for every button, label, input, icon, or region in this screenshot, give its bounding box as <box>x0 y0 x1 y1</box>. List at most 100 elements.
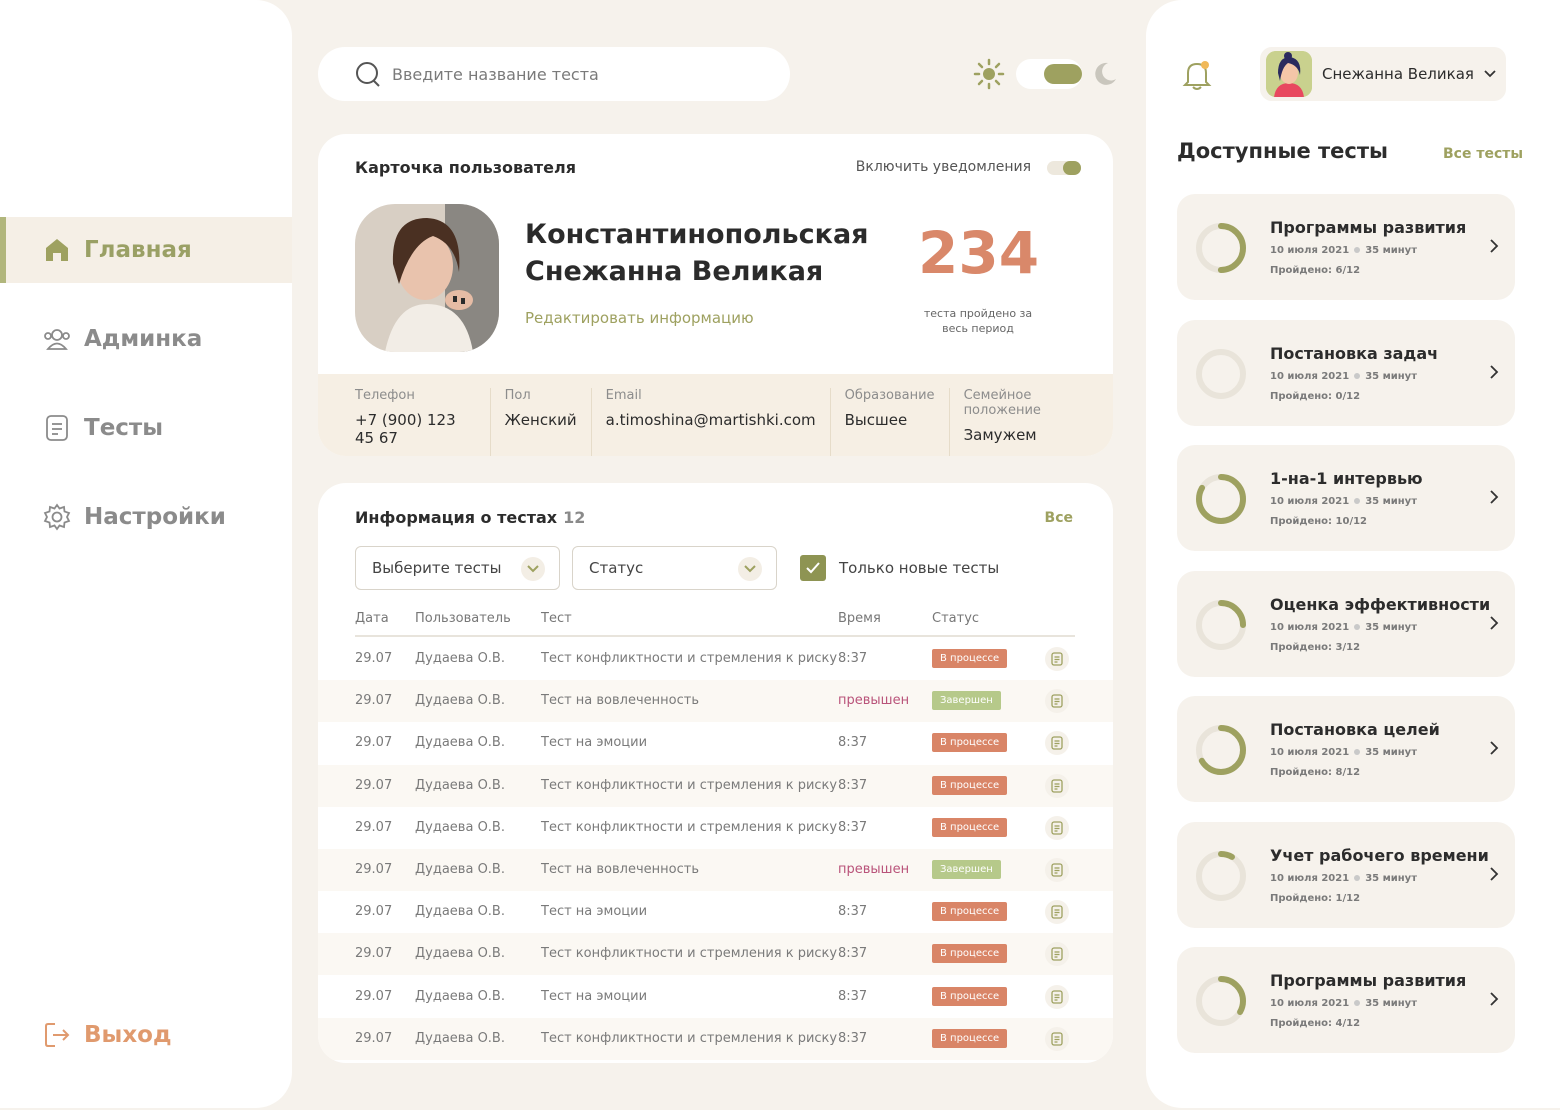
table-row[interactable]: 29.07 Дудаева О.В. Тест конфликтности и ст… <box>318 933 1113 976</box>
info-label: Пол <box>504 388 531 403</box>
table-row[interactable]: 29.07 Дудаева О.В. Тест конфликтности и ст… <box>318 1017 1113 1060</box>
test-card[interactable]: Программы развития 10 июля 2021 35 минут Пр… <box>1177 947 1515 1053</box>
test-passed: Пройдено: 6/12 <box>1270 265 1361 276</box>
table-row[interactable]: 29.07 Дудаева О.В. Тест конфликтности и ст… <box>318 764 1113 807</box>
details-button[interactable] <box>1045 984 1069 1009</box>
column-header-date[interactable]: Дата <box>355 611 389 626</box>
notifications-toggle-knob <box>1063 161 1081 175</box>
chevron-down-icon <box>521 557 545 581</box>
moon-icon[interactable] <box>1092 61 1118 87</box>
test-date: 10 июля 2021 <box>1270 872 1350 884</box>
tests-passed-label-line2: весь период <box>942 322 1014 335</box>
test-date: 10 июля 2021 <box>1270 370 1350 382</box>
cell-date: 29.07 <box>355 819 393 835</box>
details-button[interactable] <box>1045 689 1069 714</box>
test-card[interactable]: Постановка целей 10 июля 2021 35 минут Прой… <box>1177 696 1515 802</box>
document-icon <box>46 415 68 441</box>
select-status-dropdown[interactable]: Статус <box>572 546 777 590</box>
test-duration: 35 минут <box>1365 370 1417 382</box>
notifications-toggle[interactable] <box>1047 161 1081 175</box>
details-button[interactable] <box>1045 1026 1069 1051</box>
cell-user: Дудаева О.В. <box>415 735 505 751</box>
info-label: Образование <box>844 388 935 403</box>
logout-button[interactable]: Выход <box>0 1002 292 1068</box>
user-card: Карточка пользователя Включить уведомлен… <box>318 134 1113 456</box>
table-row[interactable]: 29.07 Дудаева О.В. Тест на эмоции 8:37 В про… <box>318 722 1113 764</box>
cell-time: превышен <box>838 862 910 877</box>
column-header-status[interactable]: Статус <box>932 611 979 626</box>
progress-ring <box>1196 976 1246 1026</box>
info-gender: Пол Женский <box>505 388 592 456</box>
test-card[interactable]: Постановка задач 10 июля 2021 35 минут Прой… <box>1177 319 1515 426</box>
select-tests-dropdown[interactable]: Выберите тесты <box>355 546 560 590</box>
cell-test: Тест конфликтности и стремления к риску <box>541 946 838 962</box>
tests-info-all-link[interactable]: Все <box>1045 510 1073 526</box>
info-education: Образование Высшее <box>845 388 950 456</box>
tests-info-title-text: Информация о тестах <box>355 508 558 527</box>
cell-date: 29.07 <box>355 904 393 920</box>
table-row[interactable]: 29.07 Дудаева О.В. Тест на эмоции 8:37 В про… <box>318 976 1113 1018</box>
test-meta: 10 июля 2021 35 минут <box>1270 245 1417 256</box>
details-button[interactable] <box>1045 647 1069 671</box>
theme-toggle[interactable] <box>1016 59 1082 89</box>
details-button[interactable] <box>1045 942 1069 967</box>
table-row[interactable]: 29.07 Дудаева О.В. Тест конфликтности и ст… <box>318 638 1113 680</box>
test-card[interactable]: Программы развития 10 июля 2021 35 минут Пр… <box>1177 194 1515 300</box>
sidebar-item-home[interactable]: Главная <box>0 217 292 283</box>
sidebar-item-label: Админка <box>84 326 203 352</box>
user-full-name: Константинопольская Снежанна Великая <box>525 216 905 290</box>
table-row[interactable]: 29.07 Дудаева О.В. Тест на эмоции 8:37 В про… <box>318 891 1113 933</box>
info-value: +7 (900) 123 45 67 <box>355 411 456 447</box>
test-name: Программы развития <box>1270 971 1467 990</box>
table-row[interactable]: 29.07 Дудаева О.В. Тест на вовлеченность пр… <box>318 680 1113 723</box>
document-icon <box>1051 736 1063 751</box>
search-bar[interactable] <box>318 47 790 101</box>
edit-info-link[interactable]: Редактировать информацию <box>525 309 754 327</box>
details-button[interactable] <box>1045 900 1069 925</box>
only-new-checkbox[interactable] <box>800 555 826 581</box>
user-info-bar: Телефон +7 (900) 123 45 67 Пол Женский E… <box>318 374 1113 456</box>
all-tests-link[interactable]: Все тесты <box>1443 146 1523 162</box>
table-row[interactable]: 29.07 Дудаева О.В. Тест на вовлеченность пр… <box>318 849 1113 891</box>
column-header-user[interactable]: Пользователь <box>415 611 511 626</box>
document-icon <box>1051 652 1063 666</box>
cell-time: превышен <box>838 693 910 709</box>
details-button[interactable] <box>1045 773 1069 798</box>
bell-icon[interactable] <box>1180 58 1214 92</box>
test-card[interactable]: Оценка эффективности 10 июля 2021 35 минут… <box>1177 570 1515 677</box>
sidebar: Главная Админка Тесты Настройки Выход <box>0 0 292 1108</box>
sidebar-item-settings[interactable]: Настройки <box>0 484 292 550</box>
test-card[interactable]: Учет рабочего времени 10 июля 2021 35 мину… <box>1177 821 1515 928</box>
info-value: a.timoshina@martishki.com <box>605 411 816 429</box>
test-name: Учет рабочего времени <box>1270 845 1489 865</box>
column-header-time[interactable]: Время <box>838 611 881 626</box>
user-avatar <box>355 204 499 352</box>
user-last-name: Константинопольская <box>525 219 869 250</box>
profile-menu[interactable]: Снежанна Великая <box>1260 47 1506 101</box>
cell-date: 29.07 <box>355 1030 393 1046</box>
test-card[interactable]: 1-на-1 интервью 10 июля 2021 35 минут Пройд… <box>1177 445 1515 551</box>
sidebar-item-admin[interactable]: Админка <box>0 306 292 372</box>
sun-icon[interactable] <box>972 57 1006 91</box>
cell-date: 29.07 <box>355 988 393 1004</box>
user-first-name: Снежанна Великая <box>525 256 824 287</box>
cell-time: 8:37 <box>838 904 868 920</box>
logout-label: Выход <box>84 1022 172 1048</box>
test-duration: 35 минут <box>1365 245 1417 256</box>
details-button[interactable] <box>1045 731 1069 756</box>
column-header-test[interactable]: Тест <box>541 611 572 626</box>
sidebar-item-tests[interactable]: Тесты <box>0 395 292 461</box>
table-row[interactable]: 29.07 Дудаева О.В. Тест конфликтности и ст… <box>318 807 1113 849</box>
details-button[interactable] <box>1045 815 1069 840</box>
progress-ring <box>1196 474 1246 524</box>
available-tests-title: Доступные тесты <box>1177 139 1389 163</box>
test-meta: 10 июля 2021 35 минут <box>1270 873 1417 884</box>
info-label: Семейное положение <box>963 388 1041 418</box>
chevron-right-icon <box>1490 615 1499 630</box>
progress-ring <box>1196 599 1246 650</box>
status-badge: В процессе <box>932 1028 1008 1048</box>
test-date: 10 июля 2021 <box>1270 998 1350 1009</box>
search-input[interactable] <box>392 64 752 84</box>
cell-date: 29.07 <box>355 862 393 877</box>
details-button[interactable] <box>1045 858 1069 882</box>
